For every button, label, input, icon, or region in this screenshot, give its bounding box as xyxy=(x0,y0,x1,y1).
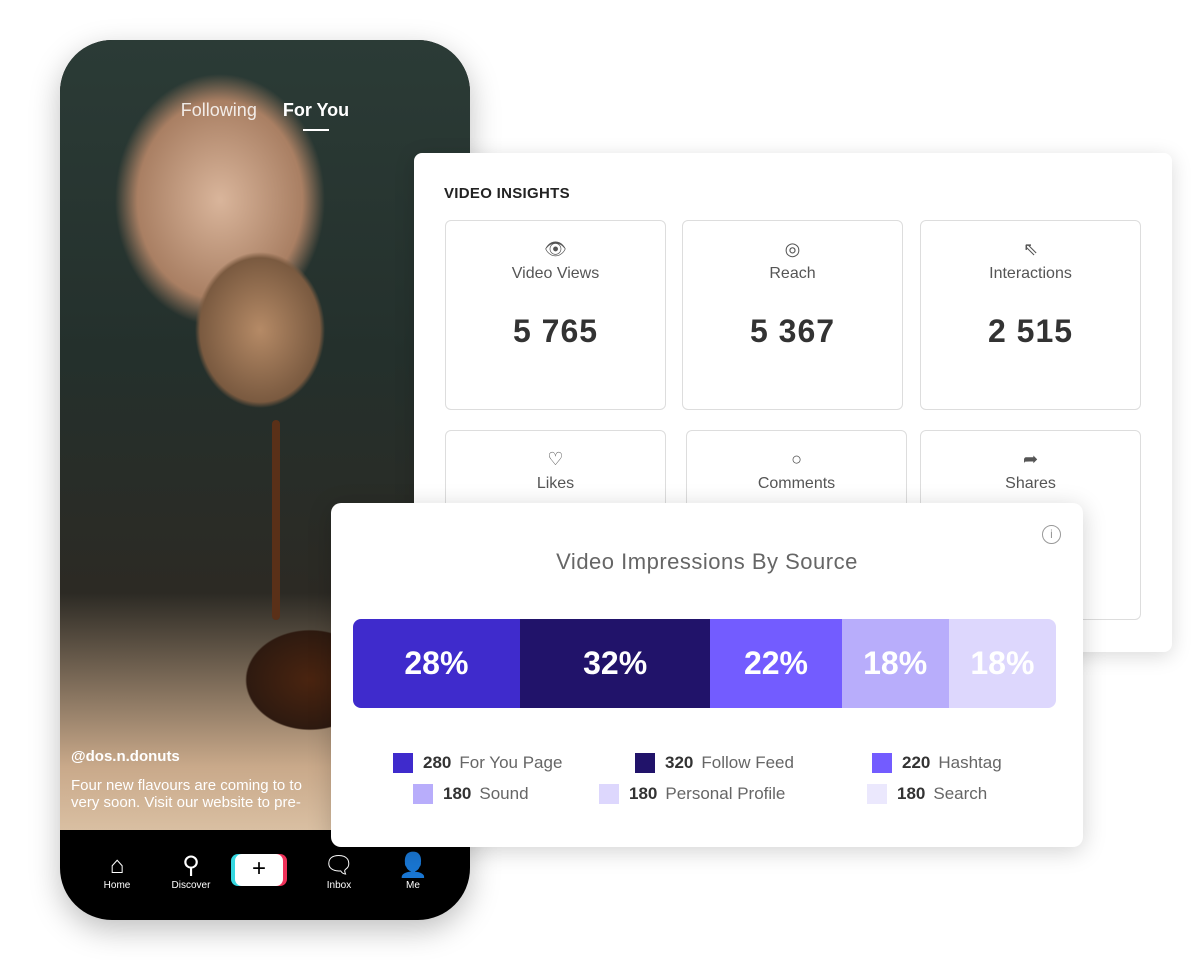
tile-label: Comments xyxy=(757,475,836,492)
stacked-bar: 28% 32% 22% 18% 18% xyxy=(353,619,1056,708)
legend-value: 280 xyxy=(423,753,452,772)
bar-segment: 22% xyxy=(710,619,842,708)
legend-value: 180 xyxy=(629,784,658,803)
tile-label: Likes xyxy=(536,475,575,492)
tile-label: Reach xyxy=(769,265,816,282)
legend-swatch xyxy=(872,753,892,773)
legend-label: Search xyxy=(933,784,988,803)
legend-label: Sound xyxy=(479,784,529,803)
search-icon: ⚲ xyxy=(182,852,200,879)
legend-swatch xyxy=(867,784,887,804)
tile-video-views: 👁 Video Views 5 765 xyxy=(445,220,666,410)
bar-segment: 18% xyxy=(841,619,949,708)
tile-value: 5 765 xyxy=(512,313,599,349)
legend-swatch xyxy=(413,784,433,804)
legend-item: 180 Sound xyxy=(413,784,529,804)
comment-icon: ○ xyxy=(791,449,802,469)
nav-me[interactable]: 👤 Me xyxy=(383,852,443,891)
cursor-click-icon: ⇖ xyxy=(1022,239,1039,259)
home-icon: ⌂ xyxy=(109,852,125,879)
legend-swatch xyxy=(635,753,655,773)
legend-value: 220 xyxy=(902,753,931,772)
info-icon[interactable]: i xyxy=(1042,525,1061,544)
tile-value: 5 367 xyxy=(749,313,836,349)
impressions-chart-card: Video Impressions By Source i 28% 32% 22% 1… xyxy=(331,503,1083,847)
tab-following[interactable]: Following xyxy=(181,100,257,121)
legend-value: 180 xyxy=(897,784,926,803)
tile-label: Video Views xyxy=(511,265,600,282)
legend-item: 180 Search xyxy=(867,784,987,804)
legend-label: Personal Profile xyxy=(665,784,786,803)
tile-interactions: ⇖ Interactions 2 515 xyxy=(920,220,1141,410)
bar-segment: 32% xyxy=(519,619,711,708)
nav-label: Discover xyxy=(171,880,211,891)
legend-swatch xyxy=(393,753,413,773)
bar-segment: 28% xyxy=(353,619,520,708)
eye-icon: 👁 xyxy=(544,239,567,259)
legend-value: 180 xyxy=(443,784,472,803)
tile-reach: ◎ Reach 5 367 xyxy=(682,220,903,410)
heart-icon: ♡ xyxy=(547,449,564,469)
tile-label: Interactions xyxy=(989,265,1072,282)
share-icon: ➦ xyxy=(1022,449,1039,469)
tab-for-you[interactable]: For You xyxy=(283,100,349,131)
insights-title: VIDEO INSIGHTS xyxy=(444,185,570,202)
nav-label: Home xyxy=(103,880,131,891)
legend-label: For You Page xyxy=(459,753,563,772)
target-icon: ◎ xyxy=(784,239,801,259)
nav-create[interactable]: + xyxy=(235,852,295,886)
legend-item: 220 Hashtag xyxy=(872,753,1002,773)
nav-discover[interactable]: ⚲ Discover xyxy=(161,852,221,891)
nav-label: Me xyxy=(406,880,420,891)
legend-swatch xyxy=(599,784,619,804)
inbox-icon: 🗨 xyxy=(323,852,355,879)
chart-title: Video Impressions By Source xyxy=(556,549,858,574)
legend-value: 320 xyxy=(665,753,694,772)
legend-item: 320 Follow Feed xyxy=(635,753,794,773)
nav-label: Inbox xyxy=(326,880,352,891)
nav-inbox[interactable]: 🗨 Inbox xyxy=(309,852,369,891)
legend-item: 280 For You Page xyxy=(393,753,562,773)
tile-value: 2 515 xyxy=(987,313,1074,349)
nav-home[interactable]: ⌂ Home xyxy=(87,852,147,891)
bar-segment: 18% xyxy=(948,619,1056,708)
profile-icon: 👤 xyxy=(398,852,428,879)
legend-item: 180 Personal Profile xyxy=(599,784,785,804)
plus-icon: + xyxy=(235,854,283,886)
tile-label: Shares xyxy=(1005,475,1056,492)
legend-label: Hashtag xyxy=(938,753,1002,772)
legend-label: Follow Feed xyxy=(701,753,794,772)
